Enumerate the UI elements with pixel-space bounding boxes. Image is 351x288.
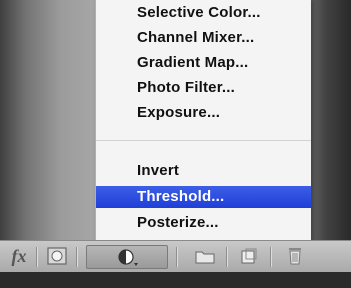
toolbar-divider bbox=[226, 247, 227, 267]
menu-item-threshold[interactable]: Threshold... bbox=[96, 186, 311, 208]
adjustment-layer-icon[interactable] bbox=[86, 245, 168, 269]
menu-item-exposure[interactable]: Exposure... bbox=[96, 102, 311, 124]
toolbar-divider bbox=[36, 247, 37, 267]
menu-item-gradient-map[interactable]: Gradient Map... bbox=[96, 52, 311, 74]
adjustment-dropdown-menu: Selective Color... Channel Mixer... Grad… bbox=[95, 0, 311, 244]
menu-item-channel-mixer[interactable]: Channel Mixer... bbox=[96, 27, 311, 49]
new-layer-icon[interactable] bbox=[236, 245, 262, 267]
trash-icon[interactable] bbox=[282, 245, 308, 267]
toolbar-divider bbox=[270, 247, 271, 267]
folder-icon[interactable] bbox=[192, 245, 218, 267]
layers-panel-toolbar: fx bbox=[0, 240, 351, 273]
panel-bottom-edge bbox=[0, 272, 351, 288]
menu-item-posterize[interactable]: Posterize... bbox=[96, 212, 311, 234]
panel-background-right bbox=[306, 0, 351, 240]
menu-item-photo-filter[interactable]: Photo Filter... bbox=[96, 77, 311, 99]
fx-icon[interactable]: fx bbox=[4, 245, 34, 267]
menu-item-invert[interactable]: Invert bbox=[96, 160, 311, 182]
menu-separator bbox=[96, 140, 311, 141]
panel-background-left bbox=[0, 0, 100, 240]
toolbar-divider bbox=[76, 247, 77, 267]
toolbar-divider bbox=[176, 247, 177, 267]
menu-item-selective-color[interactable]: Selective Color... bbox=[96, 2, 311, 24]
layer-mask-icon[interactable] bbox=[44, 245, 70, 267]
